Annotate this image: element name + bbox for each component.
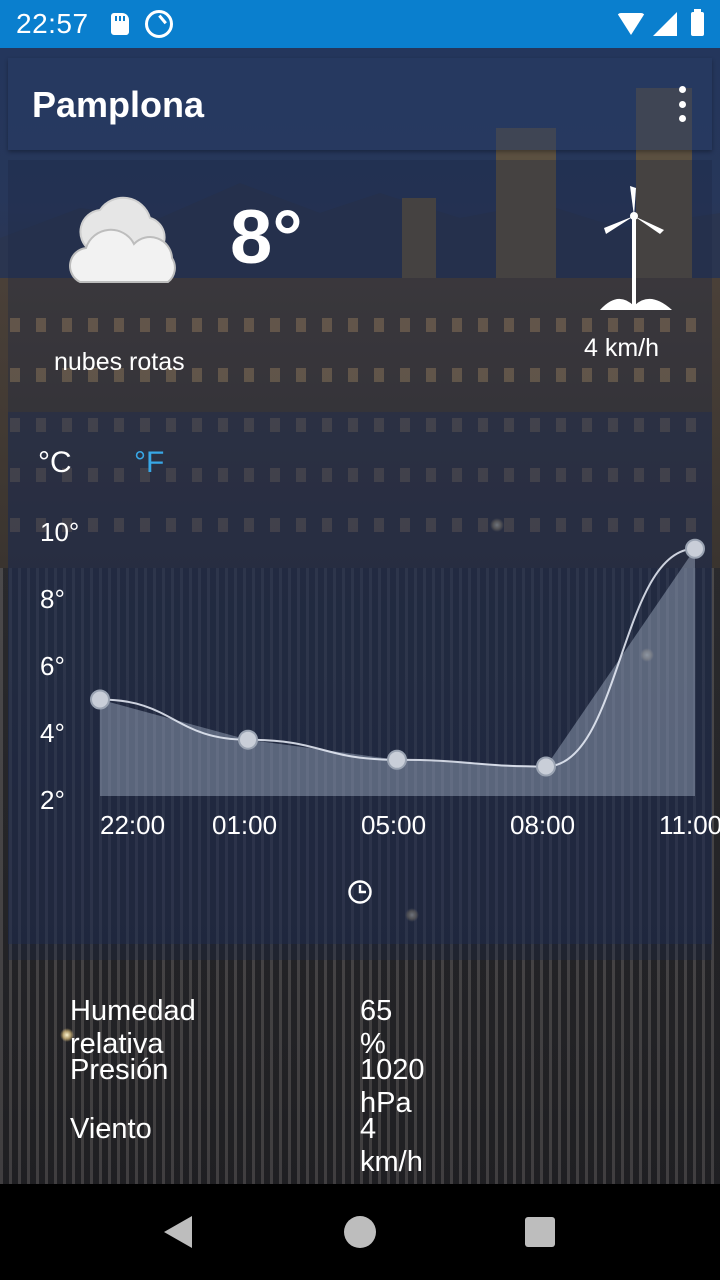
y-tick-label: 10° [40, 517, 79, 547]
more-vert-icon[interactable] [676, 86, 688, 122]
detail-label: Viento [70, 1113, 152, 1145]
city-title: Pamplona [32, 84, 205, 125]
temperature-point [387, 749, 407, 770]
temperature-point [685, 538, 705, 559]
y-tick-label: 2° [40, 785, 65, 815]
x-tick-label: 11:00 [659, 810, 720, 840]
x-tick-label: 01:00 [212, 810, 277, 840]
y-tick-label: 6° [40, 651, 65, 681]
sd-card-icon [110, 13, 129, 35]
status-time: 22:57 [16, 8, 89, 39]
battery-icon [691, 9, 704, 36]
x-tick-label: 08:00 [510, 810, 575, 840]
temperature-chart-svg: 10° 8° 6° 4° 2° 22:00 01:00 05:00 08:00 11:00 [40, 517, 720, 840]
x-tick-label: 22:00 [100, 810, 165, 840]
detail-label: Humedad relativa [70, 995, 196, 1060]
wifi-icon [617, 13, 645, 35]
data-saver-icon [144, 10, 173, 38]
back-icon[interactable] [164, 1216, 192, 1248]
recents-icon[interactable] [525, 1217, 555, 1247]
y-tick-label: 4° [40, 718, 65, 748]
navigation-bar [0, 1184, 720, 1280]
detail-label: Presión [70, 1054, 169, 1086]
temperature-point [536, 756, 556, 777]
app-toolbar: Pamplona [8, 58, 712, 150]
x-tick-label: 05:00 [361, 810, 426, 840]
temperature-point [238, 729, 258, 750]
status-bar: 22:57 [0, 0, 720, 48]
temperature-chart: 10° 8° 6° 4° 2° 22:00 01:00 05:00 08:00 11:00 [0, 160, 720, 920]
home-icon[interactable] [344, 1216, 376, 1248]
detail-value: 1020 hPa [360, 1054, 425, 1119]
detail-value: 65 % [360, 995, 393, 1060]
y-tick-label: 8° [40, 584, 65, 614]
signal-icon [653, 12, 677, 36]
clock-icon [348, 880, 372, 904]
temperature-point [90, 689, 110, 710]
